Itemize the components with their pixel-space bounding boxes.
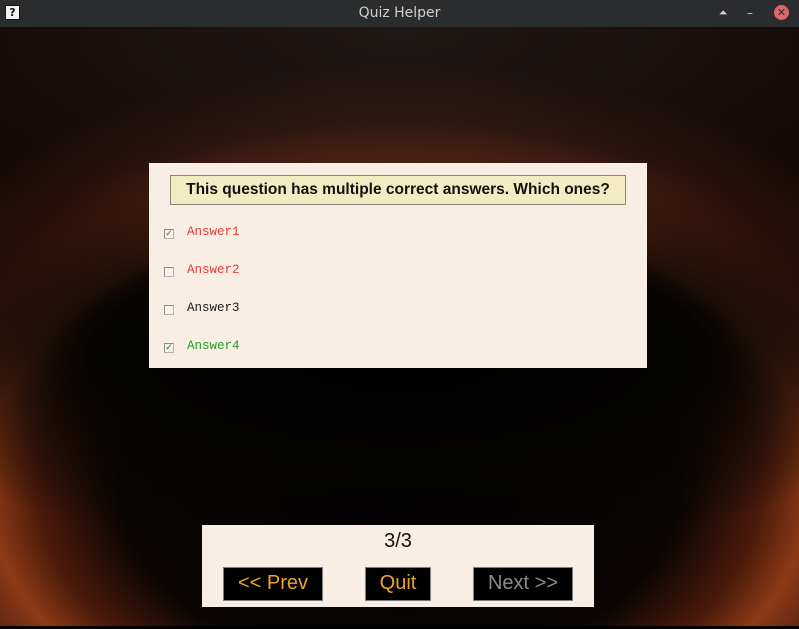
maximize-icon[interactable]: ⏶ bbox=[716, 6, 730, 20]
close-icon[interactable]: ✕ bbox=[774, 5, 789, 20]
answer-4-checkbox[interactable]: ✓ bbox=[164, 343, 174, 353]
answer-1-label[interactable]: Answer1 bbox=[187, 225, 240, 239]
answer-4-label[interactable]: Answer4 bbox=[187, 339, 240, 353]
answer-option-2[interactable]: Answer2 bbox=[164, 263, 464, 281]
minimize-icon[interactable]: – bbox=[743, 6, 757, 20]
question-panel: This question has multiple correct answe… bbox=[149, 163, 647, 368]
answer-3-checkbox[interactable] bbox=[164, 305, 174, 315]
answer-1-checkbox[interactable]: ✓ bbox=[164, 229, 174, 239]
navigation-panel: 3/3 << Prev Quit Next >> bbox=[202, 525, 594, 607]
window-title: Quiz Helper bbox=[358, 5, 441, 21]
answer-3-label[interactable]: Answer3 bbox=[187, 301, 240, 315]
question-text: This question has multiple correct answe… bbox=[170, 175, 626, 205]
question-counter: 3/3 bbox=[384, 530, 412, 552]
answer-2-checkbox[interactable] bbox=[164, 267, 174, 277]
answer-option-3[interactable]: Answer3 bbox=[164, 301, 464, 319]
next-button[interactable]: Next >> bbox=[473, 567, 573, 601]
answer-option-4[interactable]: ✓ Answer4 bbox=[164, 339, 464, 357]
prev-button[interactable]: << Prev bbox=[223, 567, 323, 601]
answer-option-1[interactable]: ✓ Answer1 bbox=[164, 225, 464, 243]
title-bar: ? Quiz Helper ⏶ – ✕ bbox=[0, 0, 799, 28]
quit-button[interactable]: Quit bbox=[365, 567, 431, 601]
answer-2-label[interactable]: Answer2 bbox=[187, 263, 240, 277]
